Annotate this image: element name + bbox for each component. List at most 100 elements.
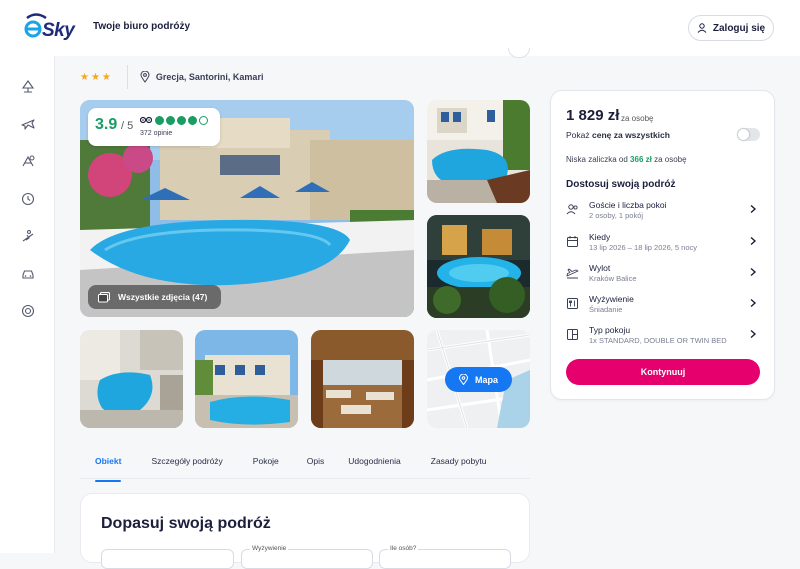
login-label: Zaloguj się bbox=[712, 22, 766, 34]
all-photos-button[interactable]: Wszystkie zdjęcia (47) bbox=[88, 285, 221, 309]
option-title: Goście i liczba pokoi bbox=[589, 200, 667, 210]
beach-icon[interactable] bbox=[21, 79, 35, 93]
guests-icon bbox=[566, 204, 578, 215]
meal-field-label: Wyżywienie bbox=[250, 545, 289, 552]
price-unit: za osobę bbox=[621, 114, 654, 123]
people-field[interactable]: Ile osób? bbox=[379, 545, 511, 569]
rating-dots bbox=[155, 116, 208, 125]
chevron-right-icon bbox=[750, 236, 757, 246]
option-departure[interactable]: Wylot Kraków Balice bbox=[551, 261, 776, 292]
option-title: Wyżywienie bbox=[589, 294, 634, 304]
tabs-divider bbox=[80, 478, 530, 479]
tagline: Twoje biuro podróży bbox=[93, 21, 191, 32]
plane-hotel-icon[interactable] bbox=[21, 154, 35, 168]
night-pool-image bbox=[427, 215, 530, 318]
price-toggle-prefix: Pokaż bbox=[566, 130, 590, 140]
option-dates[interactable]: Kiedy 13 lip 2026 – 18 lip 2026, 5 nocy bbox=[551, 230, 776, 261]
price-all-toggle[interactable] bbox=[737, 128, 760, 141]
option-meal[interactable]: Wyżywienie Śniadanie bbox=[551, 292, 776, 323]
logo-mark: Sky bbox=[24, 13, 77, 41]
thumb-photo-3[interactable] bbox=[80, 330, 183, 428]
plane-icon[interactable] bbox=[21, 117, 35, 131]
opinions-count: 372 opinie bbox=[140, 130, 173, 137]
tab-obiekt[interactable]: Obiekt bbox=[95, 452, 122, 482]
price: 1 829 zł bbox=[566, 107, 620, 124]
location-text: Grecja, Santorini, Kamari bbox=[155, 72, 264, 82]
date-field[interactable] bbox=[101, 549, 234, 569]
tab-zasady-pobytu[interactable]: Zasady pobytu bbox=[431, 452, 487, 478]
hotel-image bbox=[427, 100, 530, 203]
option-value: Kraków Balice bbox=[589, 274, 637, 283]
thumb-photo-4[interactable] bbox=[195, 330, 298, 428]
option-title: Wylot bbox=[589, 263, 611, 273]
ski-icon[interactable] bbox=[21, 229, 35, 243]
option-title: Typ pokoju bbox=[589, 325, 631, 335]
price-toggle-bold: cenę za wszystkich bbox=[592, 130, 670, 140]
tab-pokoje[interactable]: Pokoje bbox=[253, 452, 279, 478]
deposit-suffix: za osobę bbox=[654, 155, 687, 164]
map-label: Mapa bbox=[474, 374, 498, 385]
esky-logo[interactable]: Sky bbox=[24, 12, 84, 42]
deposit-prefix: Niska zaliczka od bbox=[566, 155, 628, 164]
option-title: Kiedy bbox=[589, 232, 611, 242]
all-photos-label: Wszystkie zdjęcia (47) bbox=[118, 292, 208, 302]
people-field-label: Ile osób? bbox=[388, 545, 419, 552]
deposit-info: Niska zaliczka od 366 zł za osobę bbox=[566, 155, 687, 164]
tab-szczegoly-podrozy[interactable]: Szczegóły podróży bbox=[151, 452, 222, 478]
gallery-icon bbox=[98, 291, 110, 302]
meal-icon bbox=[567, 298, 578, 309]
thumb-photo-5[interactable] bbox=[311, 330, 414, 428]
rating-dot-filled bbox=[177, 116, 186, 125]
rating-dot-filled bbox=[188, 116, 197, 125]
thumb-photo-1[interactable] bbox=[427, 100, 530, 203]
user-icon bbox=[697, 23, 707, 33]
rating-max: / 5 bbox=[121, 120, 134, 132]
booking-card: 1 829 zł za osobę Pokaż cenę za wszystki… bbox=[550, 90, 775, 400]
pool-building-image bbox=[195, 330, 298, 428]
terrace-image bbox=[311, 330, 414, 428]
calendar-icon bbox=[567, 236, 578, 247]
continue-button[interactable]: Kontynuuj bbox=[566, 359, 760, 385]
clock-icon[interactable] bbox=[21, 192, 35, 206]
section-title: Dopasuj swoją podróż bbox=[101, 515, 271, 532]
chevron-right-icon bbox=[750, 204, 757, 214]
rating-dot-empty bbox=[199, 116, 208, 125]
option-value: 13 lip 2026 – 18 lip 2026, 5 nocy bbox=[589, 243, 697, 252]
hotel-meta: ★★★ Grecja, Santorini, Kamari bbox=[80, 64, 263, 90]
rating-dot-filled bbox=[155, 116, 164, 125]
svg-text:Sky: Sky bbox=[42, 20, 76, 41]
top-bar: Sky Twoje biuro podróży Zaloguj się bbox=[0, 0, 800, 56]
price-toggle-label: Pokaż cenę za wszystkich bbox=[566, 130, 670, 140]
tab-opis[interactable]: Opis bbox=[307, 452, 324, 478]
option-value: Śniadanie bbox=[589, 305, 623, 314]
rating-dot-filled bbox=[166, 116, 175, 125]
chevron-right-icon bbox=[750, 329, 757, 339]
deposit-amount: 366 zł bbox=[630, 155, 652, 164]
meal-field[interactable]: Wyżywienie bbox=[241, 545, 373, 569]
pool-aerial-image bbox=[80, 330, 183, 428]
hotel-location[interactable]: Grecja, Santorini, Kamari bbox=[140, 71, 264, 83]
plane-takeoff-icon bbox=[566, 268, 579, 279]
side-nav bbox=[0, 56, 55, 553]
room-icon bbox=[567, 329, 578, 340]
thumb-photo-2[interactable] bbox=[427, 215, 530, 318]
chevron-right-icon bbox=[750, 267, 757, 277]
option-value: 2 osoby, 1 pokój bbox=[589, 211, 644, 220]
option-room[interactable]: Typ pokoju 1x STANDARD, DOUBLE OR TWIN B… bbox=[551, 323, 776, 354]
customize-title: Dostosuj swoją podróż bbox=[566, 179, 676, 190]
rating-value: 3.9 bbox=[95, 116, 118, 133]
lifebuoy-icon[interactable] bbox=[21, 304, 35, 318]
tripadvisor-icon bbox=[140, 116, 152, 124]
tab-udogodnienia[interactable]: Udogodnienia bbox=[348, 452, 400, 478]
map-button[interactable]: Mapa bbox=[445, 367, 512, 392]
divider bbox=[126, 65, 128, 89]
option-value: 1x STANDARD, DOUBLE OR TWIN BED bbox=[589, 336, 727, 345]
hotel-stars: ★★★ bbox=[80, 71, 113, 83]
login-button[interactable]: Zaloguj się bbox=[688, 15, 774, 41]
car-icon[interactable] bbox=[21, 267, 35, 281]
chevron-right-icon bbox=[750, 298, 757, 308]
option-guests[interactable]: Goście i liczba pokoi 2 osoby, 1 pokój bbox=[551, 198, 776, 229]
rating-card[interactable]: 3.9 / 5 372 opinie bbox=[88, 108, 220, 146]
scroll-up-handle[interactable] bbox=[508, 48, 530, 58]
pin-icon bbox=[140, 71, 150, 83]
